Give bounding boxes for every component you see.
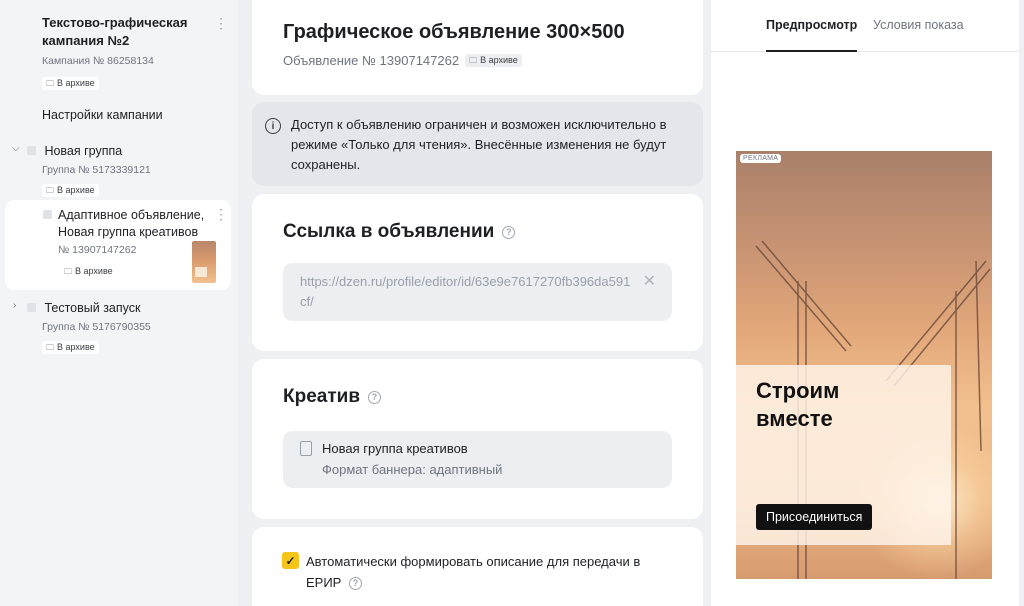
ad-checkbox[interactable] bbox=[43, 210, 52, 219]
folder-icon: 🗀 bbox=[46, 343, 54, 352]
campaign-menu-icon[interactable]: ⋮ bbox=[214, 16, 228, 30]
preview-tabs: Предпросмотр Условия показа bbox=[711, 0, 1019, 52]
folder-icon: 🗀 bbox=[46, 79, 54, 88]
ad-status-badge: 🗀 В архиве bbox=[60, 265, 117, 278]
test-group-checkbox[interactable] bbox=[27, 303, 36, 312]
ad-thumbnail bbox=[192, 241, 216, 283]
url-input[interactable]: https://dzen.ru/profile/editor/id/63e9e7… bbox=[283, 263, 672, 321]
erir-label: Автоматически формировать описание для п… bbox=[306, 554, 641, 591]
group-number: Группа № 5173339121 bbox=[42, 164, 151, 176]
sidebar-item-test-group[interactable]: Тестовый запуск Группа № 5176790355 🗀 В а… bbox=[27, 299, 207, 355]
preview-panel: Предпросмотр Условия показа РЕКЛАМА Стро… bbox=[711, 0, 1019, 606]
group-title: Новая группа bbox=[44, 144, 123, 158]
campaign-header[interactable]: Текстово-графическая кампания №2 Кампани… bbox=[42, 14, 192, 91]
test-group-title: Тестовый запуск bbox=[44, 301, 141, 315]
page-title: Графическое объявление 300×500 bbox=[283, 21, 625, 43]
ad-banner-preview: РЕКЛАМА Строим вместе Присоединиться bbox=[736, 151, 992, 579]
document-icon bbox=[300, 441, 312, 456]
info-icon: i bbox=[265, 118, 281, 134]
folder-icon: 🗀 bbox=[64, 267, 72, 276]
ad-label: РЕКЛАМА bbox=[740, 154, 782, 163]
sidebar-item-group[interactable]: Новая группа Группа № 5173339121 🗀 В архи… bbox=[27, 142, 207, 198]
test-group-number: Группа № 5176790355 bbox=[42, 321, 151, 333]
creative-item[interactable]: Новая группа креативов Формат баннера: а… bbox=[283, 431, 672, 488]
folder-icon: 🗀 bbox=[46, 186, 54, 195]
sidebar: Текстово-графическая кампания №2 Кампани… bbox=[0, 0, 238, 606]
campaign-status-badge: 🗀 В архиве bbox=[42, 77, 99, 90]
chevron-right-icon[interactable]: › bbox=[13, 300, 16, 311]
ad-item[interactable]: Адаптивное объявление, Новая группа креа… bbox=[43, 207, 205, 279]
ad-item-menu-icon[interactable]: ⋮ bbox=[214, 207, 228, 221]
ad-number: Объявление № 13907147262 bbox=[283, 53, 460, 68]
creative-card: Креатив ? Новая группа креативов Формат … bbox=[252, 359, 703, 519]
banner-text-overlay: Строим вместе Присоединиться bbox=[736, 365, 951, 545]
creative-name: Новая группа креативов bbox=[322, 441, 468, 456]
creative-format: Формат баннера: адаптивный bbox=[322, 462, 503, 477]
tab-display-conditions[interactable]: Условия показа bbox=[873, 18, 964, 32]
close-icon[interactable]: ✕ bbox=[643, 271, 656, 291]
erir-checkbox[interactable]: ✓ bbox=[282, 552, 299, 569]
help-icon[interactable]: ? bbox=[502, 225, 516, 239]
chevron-down-icon[interactable]: ⌵ bbox=[12, 143, 20, 154]
tab-preview[interactable]: Предпросмотр bbox=[766, 18, 858, 52]
link-card: Ссылка в объявлении ? https://dzen.ru/pr… bbox=[252, 194, 703, 351]
link-section-title: Ссылка в объявлении ? bbox=[283, 221, 516, 243]
erir-card: ✓ Автоматически формировать описание для… bbox=[252, 527, 703, 606]
group-checkbox[interactable] bbox=[27, 146, 36, 155]
ad-status-badge-header: 🗀 В архиве bbox=[465, 54, 522, 67]
test-group-status-badge: 🗀 В архиве bbox=[42, 341, 99, 354]
folder-icon: 🗀 bbox=[469, 56, 478, 65]
notice-text: Доступ к объявлению ограничен и возможен… bbox=[291, 117, 667, 172]
join-button[interactable]: Присоединиться bbox=[756, 504, 873, 530]
help-icon[interactable]: ? bbox=[348, 577, 362, 591]
help-icon[interactable]: ? bbox=[368, 390, 382, 404]
banner-headline: Строим вместе bbox=[756, 378, 840, 431]
campaign-title: Текстово-графическая кампания №2 bbox=[42, 15, 188, 48]
ad-item-number: № 13907147262 bbox=[58, 244, 137, 256]
read-only-notice: i Доступ к объявлению ограничен и возмож… bbox=[252, 102, 703, 186]
url-value: https://dzen.ru/profile/editor/id/63e9e7… bbox=[300, 274, 631, 309]
ad-header-card: Графическое объявление 300×500 Объявлени… bbox=[252, 0, 703, 95]
group-status-badge: 🗀 В архиве bbox=[42, 184, 99, 197]
ad-item-title: Адаптивное объявление, Новая группа креа… bbox=[58, 208, 205, 239]
campaign-settings-link[interactable]: Настройки кампании bbox=[42, 108, 163, 122]
creative-section-title: Креатив ? bbox=[283, 386, 382, 408]
campaign-number: Кампания № 86258134 bbox=[42, 55, 154, 67]
